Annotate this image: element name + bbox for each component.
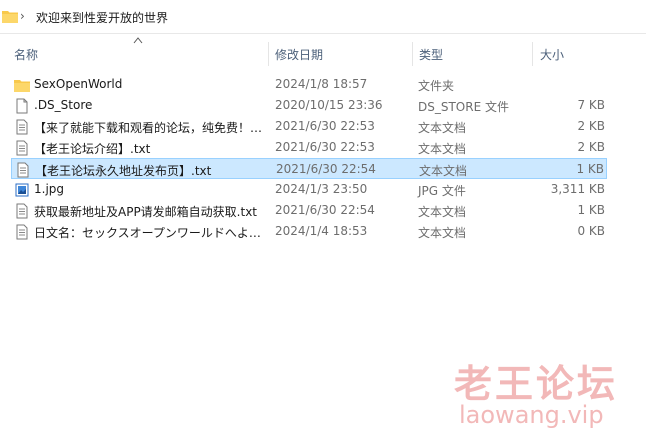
file-date: 2024/1/4 18:53: [275, 224, 368, 238]
column-header-name[interactable]: 名称: [14, 46, 38, 64]
breadcrumb-separator: ›: [20, 9, 25, 23]
breadcrumb-current-folder[interactable]: 欢迎来到性爱开放的世界: [36, 9, 168, 26]
watermark-title: 老王论坛: [454, 362, 619, 406]
column-divider[interactable]: [532, 42, 533, 66]
file-date: 2024/1/3 23:50: [275, 182, 368, 196]
file-date: 2021/6/30 22:53: [275, 119, 375, 133]
sort-ascending-icon: [133, 37, 143, 44]
file-type: 文件夹: [418, 79, 455, 93]
file-type: 文本文档: [418, 205, 467, 219]
file-name: .DS_Store: [34, 98, 93, 112]
column-header-type[interactable]: 类型: [419, 46, 443, 64]
text-document-icon: [16, 119, 28, 135]
address-bar[interactable]: › 欢迎来到性爱开放的世界: [0, 0, 646, 34]
text-document-icon: [16, 224, 28, 240]
file-type: 文本文档: [419, 164, 468, 178]
file-name: SexOpenWorld: [34, 77, 123, 91]
text-document-icon: [17, 162, 29, 178]
file-size: 2 KB: [577, 119, 605, 133]
text-document-icon: [16, 140, 28, 156]
file-name: 日文名：セックスオープンワールドへよ…: [34, 226, 261, 240]
file-date: 2021/6/30 22:53: [275, 140, 375, 154]
folder-icon: [14, 80, 30, 92]
file-row[interactable]: 日文名：セックスオープンワールドへよ… 2024/1/4 18:53 文本文档 …: [11, 221, 607, 242]
file-size: 7 KB: [577, 98, 605, 112]
text-document-icon: [16, 203, 28, 219]
file-date: 2021/6/30 22:54: [276, 162, 376, 176]
file-row[interactable]: .DS_Store 2020/10/15 23:36 DS_STORE 文件 7…: [11, 95, 607, 116]
file-type: 文本文档: [418, 121, 467, 135]
file-date: 2021/6/30 22:54: [275, 203, 375, 217]
folder-icon: [2, 11, 18, 23]
file-type: JPG 文件: [418, 184, 466, 198]
file-row[interactable]: SexOpenWorld 2024/1/8 18:57 文件夹: [11, 74, 607, 95]
file-row-selected[interactable]: 【老王论坛永久地址发布页】.txt 2021/6/30 22:54 文本文档 1…: [11, 158, 607, 179]
file-row[interactable]: 【来了就能下载和观看的论坛，纯免费！… 2021/6/30 22:53 文本文档…: [11, 116, 607, 137]
file-size: 0 KB: [577, 224, 605, 238]
file-date: 2024/1/8 18:57: [275, 77, 368, 91]
file-type: 文本文档: [418, 226, 467, 240]
watermark-url: laowang.vip: [459, 401, 604, 429]
file-date: 2020/10/15 23:36: [275, 98, 383, 112]
file-name: 【老王论坛永久地址发布页】.txt: [35, 164, 212, 178]
file-row[interactable]: 【老王论坛介绍】.txt 2021/6/30 22:53 文本文档 2 KB: [11, 137, 607, 158]
file-row[interactable]: 1.jpg 2024/1/3 23:50 JPG 文件 3,311 KB: [11, 179, 607, 200]
file-type: DS_STORE 文件: [418, 100, 509, 114]
file-row[interactable]: 获取最新地址及APP请发邮箱自动获取.txt 2021/6/30 22:54 文…: [11, 200, 607, 221]
file-size: 1 KB: [577, 203, 605, 217]
column-divider[interactable]: [412, 42, 413, 66]
file-name: 【老王论坛介绍】.txt: [34, 142, 151, 156]
file-icon: [16, 98, 28, 114]
file-size: 2 KB: [577, 140, 605, 154]
file-type: 文本文档: [418, 142, 467, 156]
file-name: 获取最新地址及APP请发邮箱自动获取.txt: [34, 205, 258, 219]
file-name: 【来了就能下载和观看的论坛，纯免费！…: [34, 121, 263, 135]
file-size: 3,311 KB: [550, 182, 605, 196]
column-header-size[interactable]: 大小: [540, 46, 564, 64]
column-divider[interactable]: [268, 42, 269, 66]
image-file-icon: [15, 183, 29, 197]
file-name: 1.jpg: [34, 182, 65, 196]
column-header-date[interactable]: 修改日期: [275, 46, 323, 64]
file-size: 1 KB: [576, 162, 604, 176]
